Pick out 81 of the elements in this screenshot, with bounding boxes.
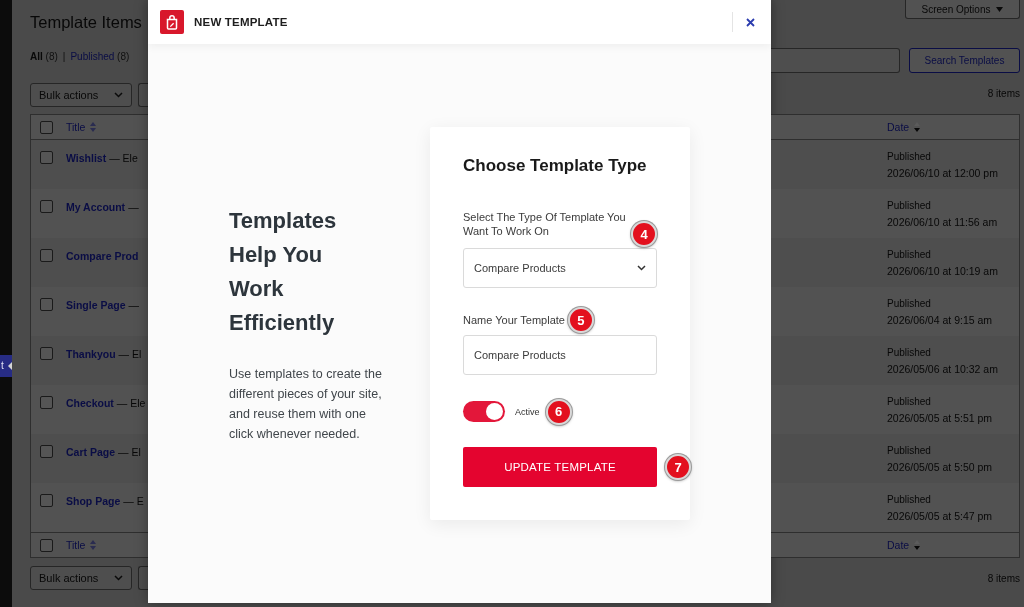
caret-icon [8,362,12,370]
bulk-actions-select[interactable]: Bulk actions [30,566,132,590]
date-text: 2026/06/10 at 12:00 pm [887,166,998,181]
checkbox[interactable] [40,347,53,360]
date-text: 2026/06/04 at 9:15 am [887,313,993,328]
checkbox[interactable] [40,249,53,262]
column-header[interactable]: Date [887,538,921,552]
status-text: Published [887,346,931,360]
post-type-label: — El [118,347,142,361]
row-title-link[interactable]: My Account [66,200,126,214]
status-text: Published [887,150,931,164]
checkbox[interactable] [40,396,53,409]
field-label: Select The Type Of Template You Want To Work On [463,210,627,238]
column-header[interactable]: Date [887,120,921,134]
row-title-link[interactable]: Compare Prod [66,249,139,263]
checkbox[interactable] [40,494,53,507]
action-button[interactable] [138,83,148,107]
status-text: Published [887,395,931,409]
post-type-label: — Ele [109,151,138,165]
search-field[interactable] [771,48,900,73]
modal-title: NEW TEMPLATE [194,16,288,28]
checkbox[interactable] [40,445,53,458]
template-name-field[interactable]: Compare Products [463,335,657,375]
sidebar-menu-item[interactable]: t [0,355,12,377]
step-marker: 5 [567,307,594,333]
filter-link[interactable]: Published (8) [70,50,130,62]
post-type-label: — E [123,494,144,508]
shopping-bag-icon [160,10,184,34]
date-text: 2026/05/06 at 10:32 am [887,362,998,377]
status-text: Published [887,444,931,458]
status-text: Published [887,493,931,507]
checkbox[interactable] [40,151,53,164]
step-marker: 4 [631,221,657,247]
template-type-select[interactable]: Compare Products [463,248,657,288]
date-text: 2026/05/05 at 5:51 pm [887,411,993,426]
status-text: Published [887,248,931,262]
item-count: 8 items [987,572,1020,584]
update-template-button[interactable]: UPDATE TEMPLATE [463,447,657,487]
checkbox[interactable] [40,120,53,134]
bulk-actions-select[interactable]: Bulk actions [30,83,132,107]
intro-heading: Templates Help You Work Efficiently [229,206,338,337]
page-title: Template Items [30,12,143,33]
step-marker: 7 [665,454,691,480]
screen-options-button[interactable]: Screen Options [905,0,1020,19]
row-title-link[interactable]: Shop Page [66,494,121,508]
form-heading: Choose Template Type [463,155,648,177]
status-text: Published [887,297,931,311]
intro-text: Use templates to create the different pieces of your site, and reuse them with one click whenever needed. [229,365,383,443]
column-header[interactable]: Title [66,538,97,552]
toggle-switch[interactable] [463,401,505,422]
search-templates-button[interactable]: Search Templates [909,48,1020,73]
row-title-link[interactable]: Wishlist [66,151,107,165]
date-text: 2026/06/10 at 11:56 am [887,215,998,230]
close-icon [746,17,755,27]
post-type-label: — [128,200,139,214]
checkbox[interactable] [40,200,53,213]
date-text: 2026/05/05 at 5:50 pm [887,460,993,475]
chevron-down-icon [114,92,123,98]
status-text: Published [887,199,931,213]
post-type-label: — El [118,445,141,459]
post-type-label: — [128,298,140,312]
field-label: Name Your Template [463,313,565,327]
action-button[interactable] [138,566,148,590]
close-button[interactable] [744,15,757,29]
date-text: 2026/06/10 at 10:19 am [887,264,998,279]
checkbox[interactable] [40,298,53,311]
row-title-link[interactable]: Cart Page [66,445,116,459]
date-text: 2026/05/05 at 5:47 pm [887,509,993,524]
column-header[interactable]: Title [66,120,97,134]
chevron-down-icon [114,575,123,581]
chevron-down-icon [637,265,646,271]
post-type-label: — Ele [116,396,146,410]
toggle-label: Active [515,406,540,417]
checkbox[interactable] [40,538,53,552]
row-title-link[interactable]: Thankyou [66,347,116,361]
item-count: 8 items [987,88,1020,99]
filter-separator: | [62,50,66,62]
row-title-link[interactable]: Single Page [66,298,126,312]
step-marker: 6 [545,398,572,425]
caret-icon [996,6,1004,12]
row-title-link[interactable]: Checkout [66,396,114,410]
